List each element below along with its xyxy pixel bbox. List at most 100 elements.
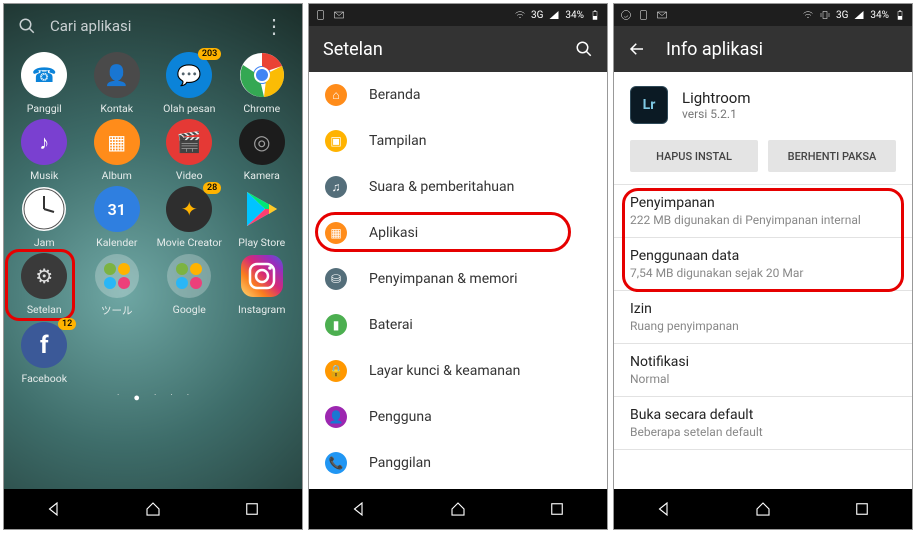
app-label: Jam (9, 236, 79, 249)
music-app[interactable]: ♪Musik (8, 119, 80, 182)
app-label: Movie Creator (154, 236, 224, 249)
row-label: Suara & pemberitahuan (369, 179, 514, 195)
phone-icon: ☎ (21, 52, 67, 98)
google-folder-icon (166, 253, 212, 299)
navbar (614, 489, 912, 529)
notifications-row[interactable]: NotifikasiNormal (614, 344, 912, 396)
recent-nav-icon[interactable] (548, 500, 566, 518)
instagram-app[interactable]: Instagram (226, 253, 298, 318)
permissions-row[interactable]: IzinRuang penyimpanan (614, 291, 912, 343)
google-folder-app[interactable]: Google (153, 253, 225, 318)
messaging-app[interactable]: 💬Olah pesan203 (153, 52, 225, 115)
app-info-body: Lr Lightroom versi 5.2.1 HAPUS INSTAL BE… (614, 72, 912, 489)
back-icon[interactable] (628, 40, 646, 58)
badge: 28 (203, 182, 221, 194)
force-stop-button[interactable]: BERHENTI PAKSA (768, 140, 896, 172)
status-bar: 3G 34% (309, 4, 607, 26)
camera-icon: ◎ (239, 119, 285, 165)
data-usage-row[interactable]: Penggunaan data7,54 MB digunakan sejak 2… (614, 238, 912, 290)
home-nav-icon[interactable] (144, 500, 162, 518)
call-row[interactable]: 📞Panggilan (309, 440, 607, 486)
app-name: Lightroom (682, 89, 751, 107)
users-row[interactable]: 👤 Pengguna (309, 394, 607, 440)
sound-row[interactable]: ♫ Suara & pemberitahuan (309, 164, 607, 210)
whatsapp-icon (620, 9, 632, 21)
display-row[interactable]: ▣Tampilan (309, 118, 607, 164)
phone-apps-drawer: Cari aplikasi ⋮ ☎ Panggil👤Kontak💬Olah pes… (3, 3, 303, 530)
open-default-row[interactable]: Buka secara default Beberapa setelan defa… (614, 397, 912, 449)
navbar (309, 489, 607, 529)
home-nav-icon[interactable] (754, 500, 772, 518)
row-label: Baterai (369, 317, 413, 333)
recent-nav-icon[interactable] (243, 500, 261, 518)
recent-nav-icon[interactable] (853, 500, 871, 518)
row-subtitle: Beberapa setelan default (630, 425, 896, 439)
apps-row[interactable]: ▦Aplikasi (309, 210, 607, 256)
badge: 203 (198, 48, 221, 60)
wifi-icon (802, 9, 814, 21)
app-label: ツール (82, 303, 152, 318)
back-nav-icon[interactable] (655, 500, 673, 518)
video-icon: 🎬 (166, 119, 212, 165)
tools-folder-icon (94, 253, 140, 299)
row-label: Panggilan (369, 455, 431, 471)
app-label: Facebook (9, 372, 79, 385)
settings-list: ⌂Beranda▣Tampilan ♫ Suara & pemberitahuan ▦… (309, 72, 607, 489)
music-icon: ♪ (21, 119, 67, 165)
sim-icon (315, 9, 327, 21)
clock-app[interactable]: Jam (8, 186, 80, 249)
app-label: Instagram (227, 303, 297, 316)
network-label: 3G (531, 10, 543, 21)
signal-icon (548, 9, 560, 21)
search-icon[interactable] (575, 40, 593, 58)
app-summary: Lr Lightroom versi 5.2.1 (614, 72, 912, 134)
row-label: Pengguna (369, 409, 432, 425)
phone-app[interactable]: ☎ Panggil (8, 52, 80, 115)
uninstall-button[interactable]: HAPUS INSTAL (630, 140, 758, 172)
settings-app[interactable]: ⚙Setelan (8, 253, 80, 318)
row-label: Penyimpanan & memori (369, 271, 518, 287)
sound-row-icon: ♫ (325, 176, 347, 198)
battery-row[interactable]: ▮Baterai (309, 302, 607, 348)
home-row[interactable]: ⌂Beranda (309, 72, 607, 118)
app-label: Panggil (9, 102, 79, 115)
home-nav-icon[interactable] (449, 500, 467, 518)
contacts-app[interactable]: 👤Kontak (81, 52, 153, 115)
app-label: Kalender (82, 236, 152, 249)
row-label: Layar kunci & keamanan (369, 363, 520, 379)
back-nav-icon[interactable] (350, 500, 368, 518)
settings-header: Setelan (309, 26, 607, 72)
lock-row[interactable]: 🔒 Layar kunci & keamanan (309, 348, 607, 394)
navbar (4, 489, 302, 529)
network-label: 3G (836, 10, 848, 21)
facebook-app[interactable]: fFacebook12 (8, 322, 80, 385)
lock-row-icon: 🔒 (325, 360, 347, 382)
wifi-icon (514, 9, 526, 21)
movie-creator-app[interactable]: ✦Movie Creator28 (153, 186, 225, 249)
storage-row[interactable]: ⛁Penyimpanan & memori (309, 256, 607, 302)
back-nav-icon[interactable] (45, 500, 63, 518)
row-title: Notifikasi (630, 354, 896, 370)
instagram-icon (239, 253, 285, 299)
row-title: Izin (630, 301, 896, 317)
settings-icon: ⚙ (21, 253, 67, 299)
overflow-menu-icon[interactable]: ⋮ (260, 14, 288, 38)
tools-folder-app[interactable]: ツール (81, 253, 153, 318)
video-app[interactable]: 🎬Video (153, 119, 225, 182)
album-app[interactable]: ▦Album (81, 119, 153, 182)
search-row[interactable]: Cari aplikasi ⋮ (4, 4, 302, 44)
calendar-app[interactable]: 31 Kalender (81, 186, 153, 249)
users-row-icon: 👤 (325, 406, 347, 428)
play-store-app[interactable]: Play Store (226, 186, 298, 249)
action-buttons: HAPUS INSTAL BERHENTI PAKSA (614, 134, 912, 184)
row-title: Buka secara default (630, 407, 896, 423)
vibrate-icon (819, 9, 831, 21)
row-label: Aplikasi (369, 225, 418, 241)
calendar-icon: 31 (94, 186, 140, 232)
camera-app[interactable]: ◎ Kamera (226, 119, 298, 182)
row-label: Beranda (369, 87, 420, 103)
search-placeholder: Cari aplikasi (50, 17, 246, 35)
chrome-app[interactable]: Chrome (226, 52, 298, 115)
app-label: Kamera (227, 169, 297, 182)
storage-row[interactable]: Penyimpanan222 MB digunakan di Penyimpan… (614, 185, 912, 237)
